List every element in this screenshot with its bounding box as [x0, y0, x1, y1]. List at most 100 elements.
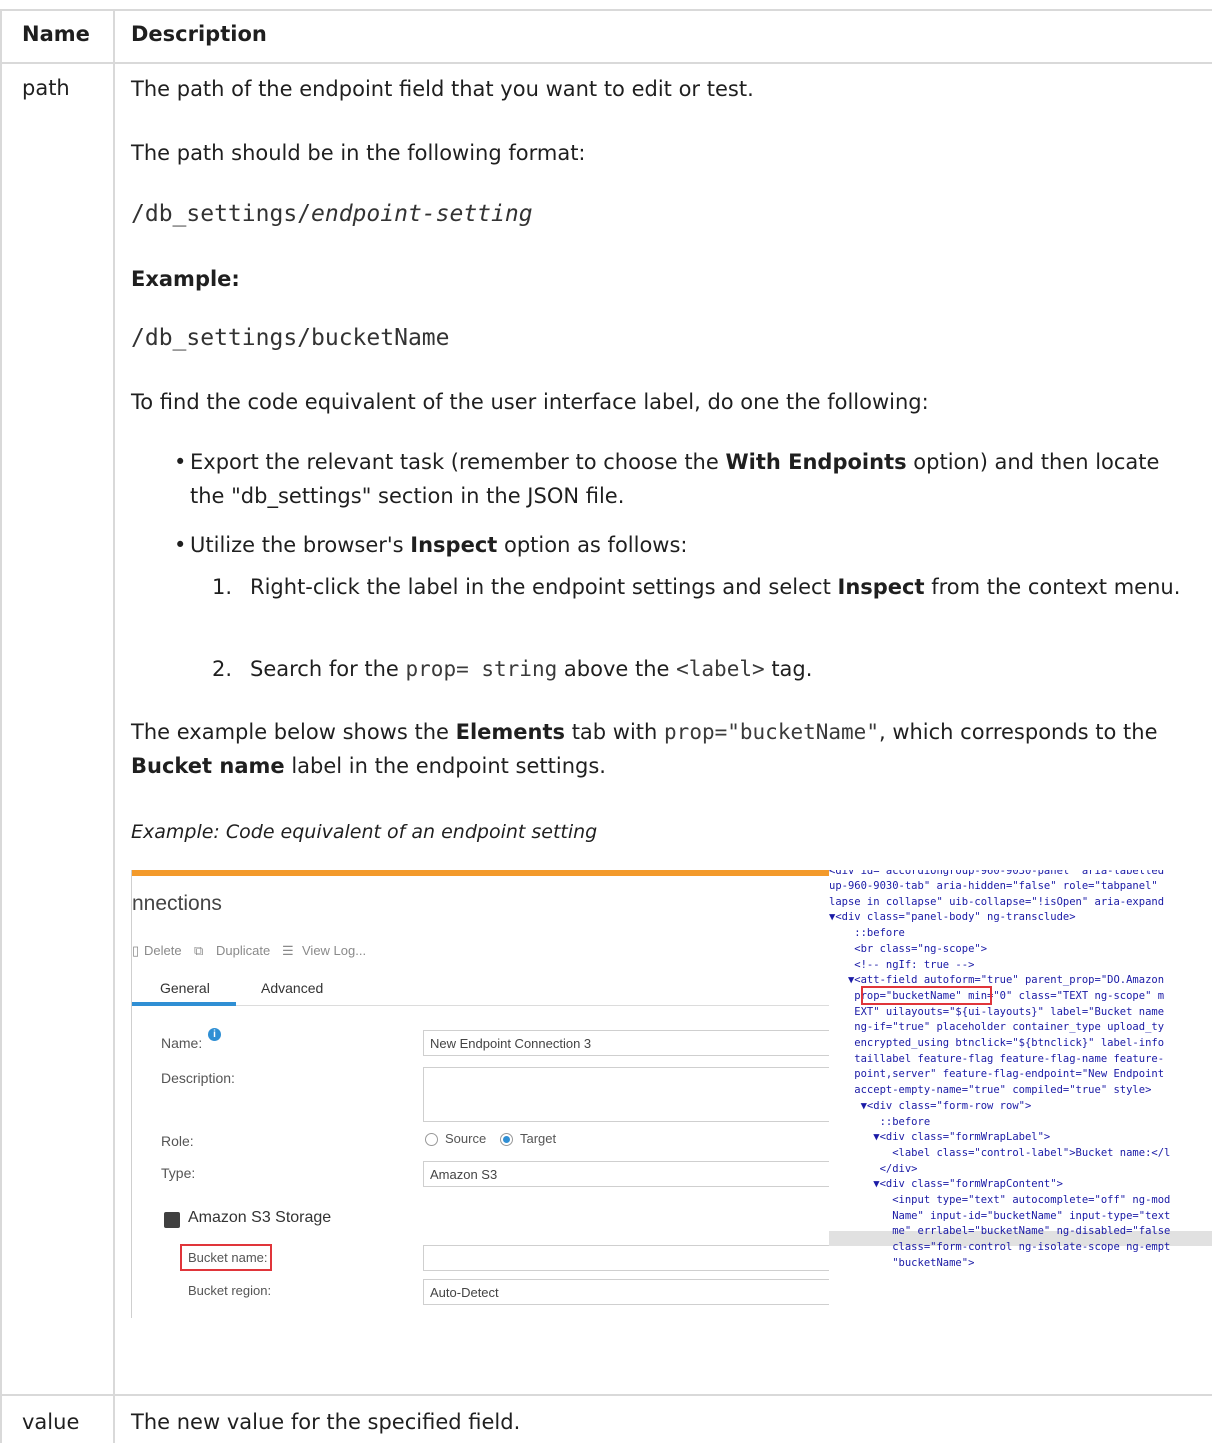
description-input[interactable]: [423, 1067, 843, 1122]
code-line: ng-if="true" placeholder container_type …: [829, 1021, 1165, 1033]
code-line: up-960-9030-tab" aria-hidden="false" rol…: [829, 880, 1158, 892]
description-label: Description:: [161, 1070, 235, 1086]
step-2: 2. Search for the prop= string above the…: [212, 652, 1190, 686]
duplicate-button[interactable]: Duplicate: [216, 943, 270, 958]
bullet-bold: With Endpoints: [725, 450, 907, 474]
ui-title: nnections: [132, 892, 222, 915]
code-line: ::before: [829, 1116, 931, 1128]
code-line: ▼<att-field autoform="true" parent_prop=…: [829, 974, 1165, 986]
table-top-border: [0, 9, 1212, 11]
step-text: tag.: [764, 657, 813, 681]
code-line: <input type="text" autocomplete="off" ng…: [829, 1194, 1171, 1206]
code-line: </div>: [829, 1163, 918, 1175]
bucket-region-select[interactable]: Auto-Detect: [423, 1279, 843, 1305]
step-number: 2.: [212, 657, 233, 681]
role-target-label: Target: [520, 1131, 557, 1146]
code-line: <!-- ngIf: true -->: [829, 959, 975, 971]
view-log-icon: ☰: [282, 943, 294, 958]
code-line: accept-empty-name="true" compiled="true"…: [829, 1084, 1152, 1096]
delete-button[interactable]: Delete: [144, 943, 182, 958]
example-explanation: The example below shows the Elements tab…: [131, 715, 1201, 783]
active-tab-indicator: [132, 1002, 236, 1006]
code-line: ::before: [829, 927, 905, 939]
step-1: 1. Right-click the label in the endpoint…: [212, 570, 1190, 604]
param-name-value: value: [22, 1410, 80, 1434]
text: The example below shows the: [131, 720, 456, 744]
find-code-intro: To find the code equivalent of the user …: [131, 390, 929, 414]
code-prefix: /db_settings/: [131, 201, 312, 227]
inline-code: prop="bucketName": [664, 720, 879, 744]
code-line: taillabel feature-flag feature-flag-name…: [829, 1053, 1165, 1065]
bold-text: Bucket name: [131, 754, 285, 778]
code-line: encrypted_using btnclick="${btnclick}" l…: [829, 1037, 1165, 1049]
role-target-radio[interactable]: [500, 1133, 513, 1146]
info-icon[interactable]: i: [208, 1028, 221, 1041]
bullet-bold: Inspect: [410, 533, 498, 557]
highlight-box: [180, 1244, 272, 1271]
code-line: ▼<div class="form-row row">: [829, 1100, 1032, 1112]
inline-code: prop= string: [405, 657, 558, 681]
row-divider: [0, 1394, 1212, 1396]
table-left-border: [0, 10, 2, 1443]
inline-code: <label>: [676, 657, 765, 681]
endpoint-settings-ui: nnections ▯ Delete ⧉ Duplicate ☰ View Lo…: [131, 870, 843, 1318]
path-format-intro: The path should be in the following form…: [131, 141, 586, 165]
step-text: Search for the: [250, 657, 406, 681]
tabs-divider: [132, 1005, 830, 1006]
code-line: Name" input-id="bucketName" input-type="…: [829, 1210, 1171, 1222]
devtools-elements-panel: <div id="accordiongroup-960-9030-panel" …: [829, 870, 1212, 1318]
value-description: The new value for the specified field.: [131, 1410, 521, 1434]
code-line: class="form-control ng-isolate-scope ng-…: [829, 1241, 1171, 1253]
bullet-dot: •: [174, 533, 187, 557]
step-text: Right-click the label in the endpoint se…: [250, 575, 838, 599]
type-select[interactable]: Amazon S3: [423, 1161, 843, 1187]
code-line: <br class="ng-scope">: [829, 943, 988, 955]
delete-icon: ▯: [132, 943, 140, 958]
example-label-text: Example:: [131, 267, 240, 291]
bullet-export: • Export the relevant task (remember to …: [174, 445, 1180, 513]
header-bottom-border: [0, 62, 1212, 64]
code-variable: endpoint-setting: [311, 201, 533, 227]
bullet-dot: •: [174, 450, 187, 474]
collapse-icon[interactable]: [164, 1212, 180, 1228]
path-description: The path of the endpoint field that you …: [131, 77, 754, 101]
code-line: "bucketName">: [829, 1257, 975, 1269]
name-label: Name:: [161, 1035, 203, 1051]
code-line: ▼<div class="formWrapLabel">: [829, 1131, 1051, 1143]
bullet-text: option as follows:: [497, 533, 688, 557]
step-text: above the: [557, 657, 677, 681]
section-title: Amazon S3 Storage: [188, 1209, 332, 1226]
parameters-table: Name Description path The path of the en…: [0, 0, 1212, 1443]
param-name-path: path: [22, 76, 70, 100]
code-line: ▼<div class="panel-body" ng-transclude>: [829, 911, 1076, 923]
example-code: /db_settings/bucketName: [131, 325, 450, 351]
figure-caption: Example: Code equivalent of an endpoint …: [131, 821, 598, 843]
role-source-radio[interactable]: [425, 1133, 438, 1146]
name-input[interactable]: New Endpoint Connection 3: [423, 1030, 843, 1056]
bucket-name-input[interactable]: [423, 1245, 843, 1271]
step-bold: Inspect: [837, 575, 925, 599]
tab-general[interactable]: General: [160, 980, 210, 996]
text: label in the endpoint settings.: [284, 754, 606, 778]
code-line: point,server" feature-flag-endpoint="New…: [829, 1068, 1165, 1080]
path-format-code: /db_settings/endpoint-setting: [131, 201, 533, 227]
bullet-text: Export the relevant task (remember to ch…: [190, 450, 726, 474]
header-name: Name: [22, 22, 90, 46]
highlight-box: [861, 986, 992, 1005]
tab-advanced[interactable]: Advanced: [261, 980, 323, 996]
code-line: <div id="accordiongroup-960-9030-panel" …: [829, 870, 1165, 877]
type-label: Type:: [161, 1165, 196, 1181]
bullet-text: Utilize the browser's: [190, 533, 411, 557]
text: tab with: [565, 720, 665, 744]
code-line: me" errlabel="bucketName" ng-disabled="f…: [829, 1225, 1171, 1237]
bold-text: Elements: [455, 720, 566, 744]
code-line: lapse in collapse" uib-collapse="!isOpen…: [829, 896, 1165, 908]
duplicate-icon: ⧉: [194, 943, 204, 958]
column-divider: [113, 10, 115, 1443]
step-text: from the context menu.: [924, 575, 1181, 599]
example-screenshot: nnections ▯ Delete ⧉ Duplicate ☰ View Lo…: [131, 870, 1212, 1318]
accent-bar: [132, 870, 830, 876]
code-line: <label class="control-label">Bucket name…: [829, 1147, 1171, 1159]
bullet-inspect: • Utilize the browser's Inspect option a…: [174, 528, 1180, 562]
view-log-button[interactable]: View Log...: [302, 943, 366, 958]
